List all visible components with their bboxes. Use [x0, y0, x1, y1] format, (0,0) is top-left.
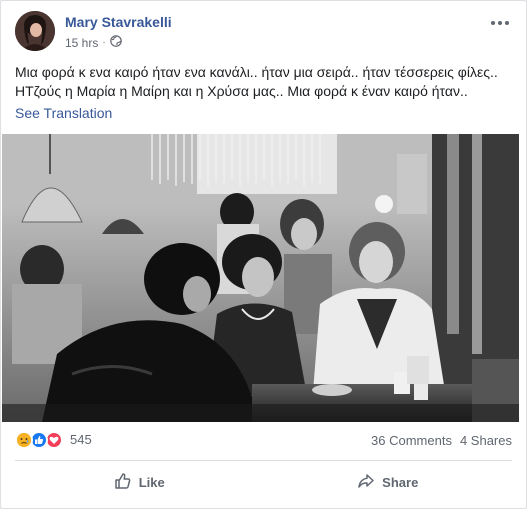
post-actions: Like Share — [15, 463, 512, 501]
author-name[interactable]: Mary Stavrakelli — [65, 14, 172, 30]
globe-icon[interactable] — [109, 35, 122, 50]
shares-count[interactable]: 4 Shares — [460, 433, 512, 448]
post-stats: 545 36 Comments 4 Shares — [15, 431, 512, 453]
post-text: Μια φορά κ ενα καιρό ήταν ενα κανάλι.. ή… — [15, 64, 498, 99]
post-header: Mary Stavrakelli 15 hrs · — [15, 11, 512, 57]
separator-dot: · — [102, 37, 106, 48]
divider — [15, 460, 512, 461]
post-meta: 15 hrs · — [65, 35, 122, 50]
like-button[interactable]: Like — [15, 463, 264, 501]
comments-count[interactable]: 36 Comments — [371, 433, 452, 448]
reactions-summary[interactable]: 545 — [15, 431, 92, 449]
avatar[interactable] — [15, 11, 55, 51]
reaction-count[interactable]: 545 — [70, 431, 92, 449]
share-label: Share — [382, 474, 419, 490]
see-translation-link[interactable]: See Translation — [15, 105, 112, 121]
share-button[interactable]: Share — [264, 463, 513, 501]
sad-reaction-icon — [15, 431, 33, 449]
engagement-counts: 36 Comments 4 Shares — [371, 433, 512, 448]
share-arrow-icon — [357, 472, 375, 493]
post-card: Mary Stavrakelli 15 hrs · Μια φορά κ ενα… — [0, 0, 527, 509]
post-photo[interactable] — [2, 134, 519, 422]
like-label: Like — [138, 474, 165, 490]
thumbs-up-icon — [114, 472, 132, 493]
more-options-icon[interactable] — [488, 13, 512, 33]
post-time[interactable]: 15 hrs — [65, 36, 98, 50]
